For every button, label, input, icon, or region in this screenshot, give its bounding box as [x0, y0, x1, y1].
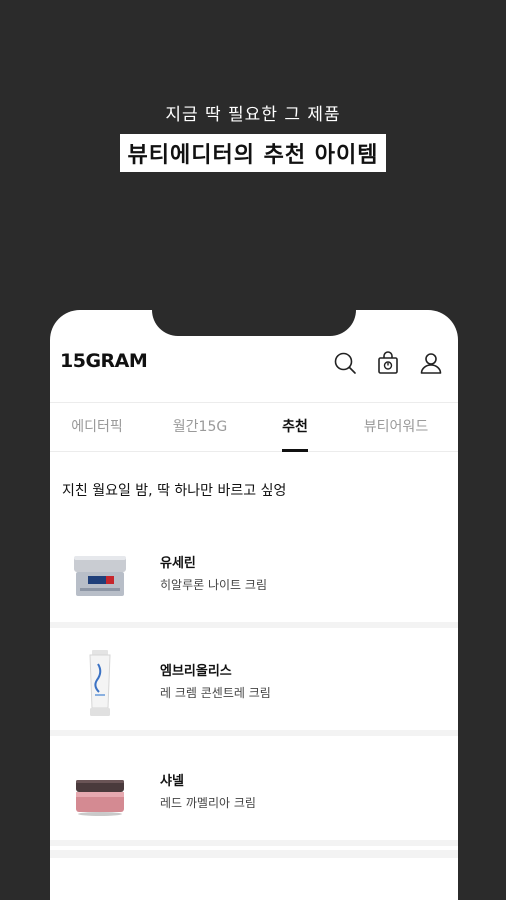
product-name: 레 크렘 콘센트레 크림 — [160, 686, 271, 700]
product-image — [76, 780, 124, 816]
tab-monthly-15g[interactable]: 월간15G — [144, 403, 256, 451]
tab-bar: 에디터픽 월간15G 추천 뷰티어워드 — [50, 402, 458, 452]
promo-title-wrap: 뷰티에디터의 추천 아이템 — [0, 134, 506, 172]
tab-beauty-award[interactable]: 뷰티어워드 — [334, 403, 458, 451]
product-image — [89, 650, 111, 716]
product-item[interactable]: 샤넬 레드 까멜리아 크림 — [50, 740, 458, 846]
product-brand: 샤넬 — [160, 774, 184, 789]
user-icon[interactable] — [418, 350, 444, 376]
phone-notch — [152, 310, 356, 336]
tab-editor-pick[interactable]: 에디터픽 — [50, 403, 144, 451]
product-name: 레드 까멜리아 크림 — [160, 796, 256, 810]
product-name: 히알루론 나이트 크림 — [160, 578, 267, 592]
shopping-bag-icon[interactable] — [375, 350, 401, 376]
app-logo[interactable]: 15GRAM — [60, 350, 148, 372]
promo-title: 뷰티에디터의 추천 아이템 — [119, 134, 387, 172]
product-image — [74, 556, 126, 596]
promo-subtitle: 지금 딱 필요한 그 제품 — [165, 105, 341, 125]
section-title: 지친 월요일 밤, 딱 하나만 바르고 싶엉 — [62, 483, 287, 499]
product-brand: 유세린 — [160, 556, 196, 571]
phone-frame: 15GRAM 에디터픽 월간15G 추천 뷰티어워드 지친 월요일 밤, 딱 하… — [50, 310, 458, 900]
search-icon[interactable] — [332, 350, 358, 376]
tab-recommend[interactable]: 추천 — [256, 403, 334, 452]
list-divider — [50, 850, 458, 858]
product-brand: 엠브리올리스 — [160, 664, 232, 679]
product-item[interactable]: 엠브리올리스 레 크렘 콘센트레 크림 — [50, 630, 458, 736]
app-header: 15GRAM — [50, 346, 458, 382]
product-item[interactable]: 유세린 히알루론 나이트 크림 — [50, 522, 458, 628]
